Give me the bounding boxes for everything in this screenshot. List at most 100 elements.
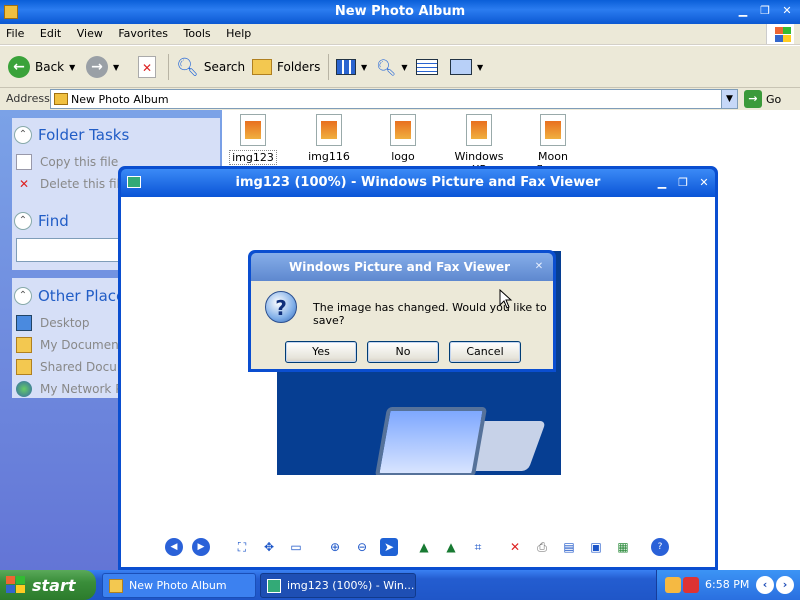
- print-icon[interactable]: ⎙: [533, 538, 551, 556]
- chevron-down-icon[interactable]: ▼: [113, 63, 119, 72]
- copy-to-icon[interactable]: ▤: [560, 538, 578, 556]
- dialog-title-bar[interactable]: Windows Picture and Fax Viewer ✕: [251, 253, 553, 281]
- viewer-title-bar[interactable]: img123 (100%) - Windows Picture and Fax …: [121, 169, 715, 197]
- copy-file-link[interactable]: Copy this file: [16, 154, 118, 170]
- views-icon: [336, 59, 356, 75]
- zoom-button[interactable]: 🔍︎ ▼: [376, 55, 407, 79]
- my-documents-link[interactable]: My Documents: [16, 337, 130, 353]
- start-button[interactable]: start: [0, 570, 96, 600]
- chevron-right-icon[interactable]: ›: [776, 576, 794, 594]
- close-button[interactable]: ✕: [695, 174, 713, 192]
- address-label: Address: [6, 92, 50, 105]
- actual-size-icon[interactable]: ✥: [260, 538, 278, 556]
- network-icon: [16, 381, 32, 397]
- close-button[interactable]: ✕: [778, 2, 796, 20]
- address-value: New Photo Album: [71, 93, 169, 106]
- delete-file-link[interactable]: ✕ Delete this file: [16, 176, 127, 192]
- minimize-button[interactable]: ▁: [734, 2, 752, 20]
- no-button[interactable]: No: [367, 341, 439, 363]
- tray-security-icon[interactable]: [683, 577, 699, 593]
- desktop-label: Desktop: [40, 316, 90, 330]
- zoom-in-icon[interactable]: ⊕: [326, 538, 344, 556]
- previous-image-icon[interactable]: ◀: [165, 538, 183, 556]
- pointer-icon[interactable]: ➤: [380, 538, 398, 556]
- address-field[interactable]: New Photo Album ▼: [50, 89, 738, 109]
- taskbar-item-label: New Photo Album: [129, 579, 227, 592]
- chevron-down-icon[interactable]: ▼: [401, 63, 407, 72]
- save-confirmation-dialog: Windows Picture and Fax Viewer ✕ ? The i…: [248, 250, 556, 372]
- menu-tools[interactable]: Tools: [178, 24, 217, 43]
- folder-tasks-title: Folder Tasks: [38, 126, 130, 144]
- toolbar-separator: [168, 54, 169, 80]
- help-icon[interactable]: ?: [651, 538, 669, 556]
- menu-favorites[interactable]: Favorites: [112, 24, 174, 43]
- up-button[interactable]: ✕: [138, 55, 156, 79]
- menu-view[interactable]: View: [71, 24, 109, 43]
- chevron-down-icon[interactable]: ▼: [477, 63, 483, 72]
- find-input[interactable]: [16, 238, 124, 262]
- viewer-title: img123 (100%) - Windows Picture and Fax …: [235, 175, 601, 190]
- desktop-link[interactable]: Desktop: [16, 315, 90, 331]
- folder-icon: [54, 93, 68, 105]
- system-tray: 6:58 PM ‹ ›: [656, 570, 800, 600]
- rotate-counterclockwise-icon[interactable]: ▲: [442, 538, 460, 556]
- folders-label: Folders: [277, 60, 321, 74]
- menu-help[interactable]: Help: [220, 24, 257, 43]
- taskbar-item-viewer[interactable]: img123 (100%) - Win...: [260, 573, 416, 598]
- menu-edit[interactable]: Edit: [34, 24, 67, 43]
- file-label: img123: [229, 150, 277, 165]
- crop-icon[interactable]: ⌗: [469, 538, 487, 556]
- image-file-icon: [240, 114, 266, 146]
- close-icon[interactable]: ✕: [531, 259, 547, 275]
- maximize-button[interactable]: ❐: [674, 174, 692, 192]
- chevron-down-icon[interactable]: ▼: [721, 90, 737, 108]
- zoom-out-icon[interactable]: ⊖: [353, 538, 371, 556]
- clock[interactable]: 6:58 PM: [705, 578, 749, 591]
- cancel-button[interactable]: Cancel: [449, 341, 521, 363]
- folder-tasks-header[interactable]: ⌃ Folder Tasks: [14, 126, 129, 144]
- rotate-clockwise-icon[interactable]: ▲: [415, 538, 433, 556]
- chevron-down-icon[interactable]: ▼: [361, 63, 367, 72]
- find-header[interactable]: ⌃ Find: [14, 212, 69, 230]
- chevron-down-icon[interactable]: ▼: [69, 63, 75, 72]
- image-file-icon: [316, 114, 342, 146]
- yes-button[interactable]: Yes: [285, 341, 357, 363]
- other-places-header[interactable]: ⌃ Other Places: [14, 287, 133, 305]
- next-image-icon[interactable]: ▶: [192, 538, 210, 556]
- menu-file[interactable]: File: [0, 24, 30, 43]
- taskbar-item-explorer[interactable]: New Photo Album: [102, 573, 256, 598]
- minimize-button[interactable]: ▁: [653, 174, 671, 192]
- slideshow-icon[interactable]: ▭: [287, 538, 305, 556]
- forward-button[interactable]: → ▼: [86, 55, 119, 79]
- explorer-toolbar: ← Back ▼ → ▼ ✕ 🔍︎ Search Folders ▼ 🔍︎ ▼ …: [0, 46, 800, 88]
- dialog-message: The image has changed. Would you like to…: [313, 301, 547, 327]
- tray-app-icon[interactable]: [665, 577, 681, 593]
- file-item[interactable]: img116: [294, 114, 364, 163]
- folders-button[interactable]: Folders: [252, 55, 320, 79]
- edit-icon[interactable]: ▦: [614, 538, 632, 556]
- collapse-icon[interactable]: ⌃: [14, 212, 32, 230]
- back-button[interactable]: ← Back ▼: [8, 55, 75, 79]
- go-button[interactable]: → Go: [744, 90, 781, 108]
- file-item[interactable]: img123: [218, 114, 288, 165]
- search-button[interactable]: 🔍︎ Search: [176, 55, 245, 79]
- explorer-title-bar[interactable]: New Photo Album ▁ ❐ ✕: [0, 0, 800, 24]
- windows-flag-icon: [6, 576, 26, 594]
- file-item[interactable]: logo: [368, 114, 438, 163]
- views-button[interactable]: ▼: [336, 55, 367, 79]
- thumbnail-view-button[interactable]: ▼: [450, 55, 483, 79]
- folders-icon: [252, 59, 272, 75]
- collapse-icon[interactable]: ⌃: [14, 126, 32, 144]
- collapse-icon[interactable]: ⌃: [14, 287, 32, 305]
- copy-icon: [16, 154, 32, 170]
- details-icon: [416, 59, 438, 75]
- explorer-title: New Photo Album: [334, 4, 466, 19]
- mouse-cursor-icon: [499, 289, 513, 309]
- best-fit-icon[interactable]: ⛶: [233, 538, 251, 556]
- save-icon[interactable]: ▣: [587, 538, 605, 556]
- delete-icon[interactable]: ✕: [506, 538, 524, 556]
- chevron-left-icon[interactable]: ‹: [756, 576, 774, 594]
- maximize-button[interactable]: ❐: [756, 2, 774, 20]
- details-view-button[interactable]: [416, 55, 438, 79]
- taskbar: start New Photo Album img123 (100%) - Wi…: [0, 570, 800, 600]
